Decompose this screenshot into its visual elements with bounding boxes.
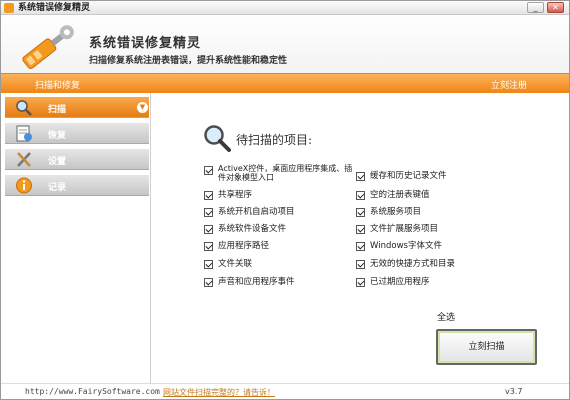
checkbox[interactable] <box>204 166 213 175</box>
option-label: 无效的快捷方式和目录 <box>370 259 456 269</box>
app-icon <box>4 3 14 13</box>
app-subtitle: 扫描修复系统注册表错误，提升系统性能和稳定性 <box>89 56 288 66</box>
sidebar: 扫描 ▼ 恢复 设置 记录 <box>1 93 151 383</box>
version-label: v3.7 <box>505 387 523 396</box>
checkbox[interactable] <box>204 242 213 251</box>
option-label: 文件关联 <box>218 259 253 269</box>
scan-now-button[interactable]: 立刻扫描 <box>436 329 537 365</box>
info-icon <box>16 177 32 194</box>
app-title: 系统错误修复精灵 <box>89 36 202 51</box>
sidebar-item-log[interactable]: 记录 <box>5 175 149 196</box>
option-label: 文件扩展服务项目 <box>370 224 439 234</box>
select-all-link[interactable]: 全选 <box>437 310 455 323</box>
checkbox[interactable] <box>356 208 365 217</box>
option-label: ActiveX控件，桌面应用程序集成、插件对象模型入口 <box>218 164 353 182</box>
footer: http://www.FairySoftware.com 网站文件扫描完整的？请… <box>1 383 569 399</box>
feedback-link[interactable]: 网站文件扫描完整的？请告诉！ <box>163 387 275 398</box>
main-panel: 待扫描的项目: ActiveX控件，桌面应用程序集成、插件对象模型入口 共享程序… <box>152 93 569 383</box>
checkbox[interactable] <box>356 260 365 269</box>
option-label: 声音和应用程序事件 <box>218 277 295 287</box>
app-window: 系统错误修复精灵 _ ✕ 系统错误修复精灵 扫描修复系统注册表错误，提升系统性能… <box>0 0 570 400</box>
sidebar-item-scan[interactable]: 扫描 ▼ <box>5 97 149 118</box>
restore-icon <box>16 125 32 142</box>
option-label: 缓存和历史记录文件 <box>370 171 447 181</box>
tools-icon <box>17 152 31 167</box>
checkbox[interactable] <box>204 278 213 287</box>
chevron-down-icon: ▼ <box>137 102 148 113</box>
checkbox[interactable] <box>204 260 213 269</box>
option-label: 空的注册表键值 <box>370 190 430 200</box>
option-label: 系统服务项目 <box>370 207 422 217</box>
option-label: 系统开机自启动项目 <box>218 207 295 217</box>
sidebar-item-label: 设置 <box>48 157 67 167</box>
option-label: 已过期应用程序 <box>370 277 430 287</box>
checkbox[interactable] <box>356 172 365 181</box>
checkbox[interactable] <box>356 191 365 200</box>
checkbox[interactable] <box>356 242 365 251</box>
checkbox[interactable] <box>204 208 213 217</box>
checkbox[interactable] <box>356 225 365 234</box>
status-bar: 扫描和修复 立刻注册 <box>1 73 569 93</box>
magnifier-icon <box>16 100 32 116</box>
magnifier-icon <box>204 125 231 152</box>
title-bar[interactable]: 系统错误修复精灵 _ ✕ <box>1 1 569 15</box>
window-title: 系统错误修复精灵 <box>18 3 91 13</box>
checkbox[interactable] <box>204 191 213 200</box>
scan-items-heading: 待扫描的项目: <box>236 133 313 147</box>
section-label: 扫描和修复 <box>35 81 81 91</box>
option-label: 应用程序路径 <box>218 241 270 251</box>
sidebar-item-label: 扫描 <box>48 105 67 115</box>
minimize-button[interactable]: _ <box>527 2 544 13</box>
sidebar-item-restore[interactable]: 恢复 <box>5 123 149 144</box>
header: 系统错误修复精灵 扫描修复系统注册表错误，提升系统性能和稳定性 <box>1 15 569 73</box>
option-label: 系统软件设备文件 <box>218 224 287 234</box>
sidebar-item-settings[interactable]: 设置 <box>5 149 149 170</box>
sidebar-item-label: 记录 <box>48 183 67 193</box>
website-url[interactable]: http://www.FairySoftware.com <box>25 387 160 396</box>
checkbox[interactable] <box>204 225 213 234</box>
register-link[interactable]: 立刻注册 <box>491 78 527 91</box>
option-label: Windows字体文件 <box>370 241 442 251</box>
checkbox[interactable] <box>356 278 365 287</box>
sidebar-item-label: 恢复 <box>48 131 67 141</box>
option-label: 共享程序 <box>218 190 253 200</box>
close-button[interactable]: ✕ <box>547 2 564 13</box>
wrench-logo-icon <box>22 25 74 70</box>
